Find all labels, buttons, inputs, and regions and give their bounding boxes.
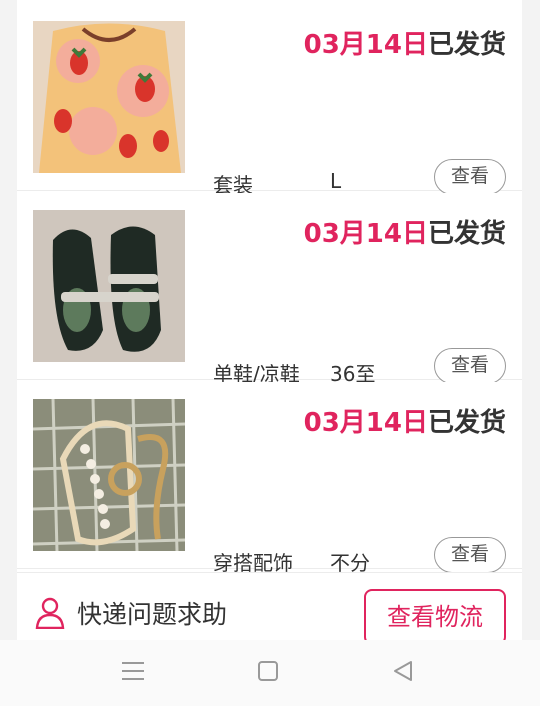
- orders-card: 03月14日已发货 套装 L 查看 03月14日已发货 单鞋/凉鞋 36至 查看: [17, 0, 522, 575]
- shipping-info: 03月14日已发货: [304, 213, 506, 250]
- view-button[interactable]: 查看: [434, 537, 506, 573]
- ship-date: 03月14日: [303, 408, 428, 438]
- order-item[interactable]: 03月14日已发货 套装 L 查看: [17, 4, 522, 197]
- shipping-info: 03月14日已发货: [304, 402, 506, 439]
- item-spec: L: [330, 169, 342, 193]
- product-image-dress[interactable]: [33, 21, 185, 173]
- order-item[interactable]: 03月14日已发货 穿搭配饰 不分 查看: [17, 382, 522, 575]
- order-footer: 快递问题求助 查看物流: [17, 572, 522, 645]
- menu-icon[interactable]: [121, 660, 145, 682]
- product-image-hair-clips[interactable]: [33, 399, 185, 551]
- ship-status: 已发货: [427, 219, 506, 249]
- product-image-shoes[interactable]: [33, 210, 185, 362]
- system-nav-bar: [0, 640, 540, 706]
- view-button[interactable]: 查看: [434, 348, 506, 384]
- view-logistics-button[interactable]: 查看物流: [364, 589, 506, 645]
- square-icon[interactable]: [257, 660, 279, 682]
- ship-status: 已发货: [427, 408, 506, 438]
- ship-date: 03月14日: [303, 219, 428, 249]
- back-triangle-icon[interactable]: [392, 660, 414, 682]
- shipping-info: 03月14日已发货: [304, 24, 506, 61]
- ship-status: 已发货: [427, 30, 506, 60]
- delivery-help-label: 快递问题求助: [77, 600, 228, 629]
- order-item[interactable]: 03月14日已发货 单鞋/凉鞋 36至 查看: [17, 193, 522, 386]
- ship-date: 03月14日: [303, 30, 428, 60]
- delivery-help[interactable]: 快递问题求助: [35, 595, 227, 631]
- person-icon: [35, 597, 65, 629]
- view-button[interactable]: 查看: [434, 159, 506, 195]
